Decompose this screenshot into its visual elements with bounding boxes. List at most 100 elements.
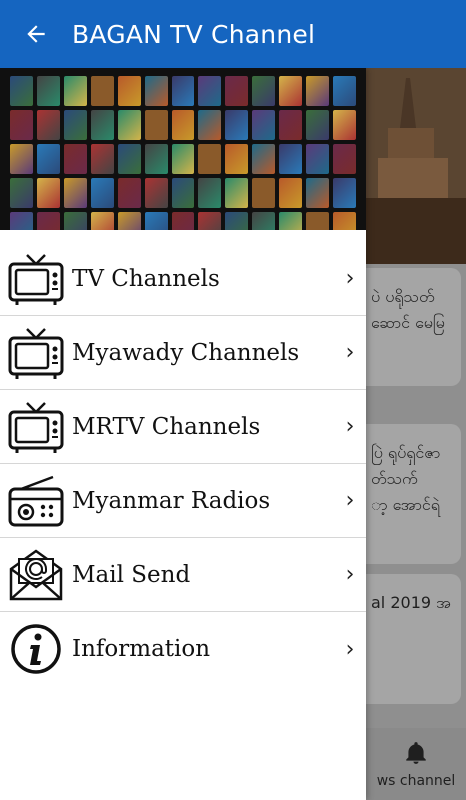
tv-wall-tile [171,76,195,106]
drawer-header-image [0,68,366,230]
tv-wall-tile [306,110,330,140]
tv-wall-tile [333,178,356,208]
news-card-2[interactable]: ပြဲ ရုပ်ရှင်ဇာ တ်သက် ာ့ အောင်ရဲ [355,424,461,564]
tv-wall-tile [63,144,87,174]
news-card-text: ဆောင် မေမြ [371,313,445,332]
menu-item-myawady-channels[interactable]: Myawady Channels › [0,316,366,390]
chevron-right-icon: › [345,636,355,662]
tv-wall-image [10,76,356,230]
menu-item-mail-send[interactable]: Mail Send › [0,538,366,612]
tv-wall-tile [225,76,249,106]
tv-wall-tile [36,178,60,208]
tv-wall-tile [10,212,33,230]
news-card-3[interactable]: al 2019 အ [355,574,461,704]
tv-wall-tile [144,144,168,174]
tv-wall-tile [117,76,141,106]
mail-icon [0,538,72,612]
tv-wall-tile [252,110,276,140]
tv-wall-tile [252,76,276,106]
tv-wall-tile [225,144,249,174]
menu-item-information[interactable]: Information › [0,612,366,686]
back-button[interactable] [0,0,72,68]
tv-wall-tile [171,178,195,208]
pagoda-image [366,68,466,264]
tv-wall-tile [90,110,114,140]
tv-wall-tile [144,178,168,208]
news-card-text: ာ့ အောင်ရဲ [371,495,440,514]
tv-wall-tile [63,178,87,208]
tv-wall-tile [333,110,356,140]
tv-icon [0,316,72,390]
chevron-right-icon: › [345,414,355,439]
tv-wall-tile [90,76,114,106]
menu-item-myanmar-radios[interactable]: Myanmar Radios › [0,464,366,538]
chevron-right-icon: › [345,488,355,513]
tv-wall-tile [225,110,249,140]
news-card-text: ပဲ ပရိုသတ် [371,287,435,306]
info-icon [0,612,72,686]
menu-item-label: Information [72,636,211,662]
news-card-text: ပြဲ ရုပ်ရှင်ဇာ [371,443,441,462]
tv-wall-tile [198,212,222,230]
tv-wall-tile [90,144,114,174]
tv-wall-tile [333,76,356,106]
radio-icon [0,464,72,538]
tv-wall-tile [144,110,168,140]
bottom-nav-label: ws channel [376,773,456,789]
tv-icon [0,390,72,464]
tv-wall-tile [63,110,87,140]
tv-wall-tile [279,144,303,174]
tv-wall-tile [117,212,141,230]
tv-wall-tile [333,212,356,230]
tv-wall-tile [63,212,87,230]
tv-wall-tile [306,144,330,174]
tv-wall-tile [10,110,33,140]
chevron-right-icon: › [345,340,355,365]
tv-wall-tile [36,212,60,230]
tv-wall-tile [333,144,356,174]
news-card-1[interactable]: ပဲ ပရိုသတ် ဆောင် မေမြ [355,268,461,386]
tv-wall-tile [10,178,33,208]
tv-wall-tile [252,212,276,230]
news-card-text: al 2019 အ [371,593,451,612]
bottom-nav-news-channel[interactable]: ws channel [366,728,466,800]
tv-wall-tile [306,178,330,208]
tv-wall-tile [117,178,141,208]
tv-wall-tile [144,76,168,106]
tv-wall-tile [198,178,222,208]
tv-wall-tile [198,144,222,174]
drawer-menu: TV Channels › Myawady Channels › MRTV Ch… [0,242,366,686]
tv-wall-tile [279,178,303,208]
tv-wall-tile [225,178,249,208]
bell-icon [406,742,426,764]
arrow-left-icon [27,25,45,43]
menu-item-tv-channels[interactable]: TV Channels › [0,242,366,316]
tv-wall-tile [279,212,303,230]
tv-wall-tile [279,76,303,106]
tv-wall-tile [171,110,195,140]
news-card-text: တ်သက် [371,469,418,488]
tv-wall-tile [10,144,33,174]
app-title: BAGAN TV Channel [72,19,316,49]
tv-wall-tile [171,144,195,174]
tv-wall-tile [36,110,60,140]
tv-wall-tile [90,212,114,230]
app-bar: BAGAN TV Channel [0,0,466,68]
chevron-right-icon: › [345,266,355,291]
tv-wall-tile [36,76,60,106]
tv-wall-tile [306,212,330,230]
tv-wall-tile [117,144,141,174]
tv-wall-tile [279,110,303,140]
tv-icon [0,242,72,316]
tv-wall-tile [171,212,195,230]
chevron-right-icon: › [345,562,355,587]
tv-wall-tile [10,76,33,106]
tv-wall-tile [144,212,168,230]
tv-wall-tile [252,178,276,208]
tv-wall-tile [117,110,141,140]
menu-item-label: TV Channels [72,265,220,292]
menu-item-mrtv-channels[interactable]: MRTV Channels › [0,390,366,464]
background-banner-image [366,68,466,264]
tv-wall-tile [252,144,276,174]
navigation-drawer: TV Channels › Myawady Channels › MRTV Ch… [0,68,366,800]
